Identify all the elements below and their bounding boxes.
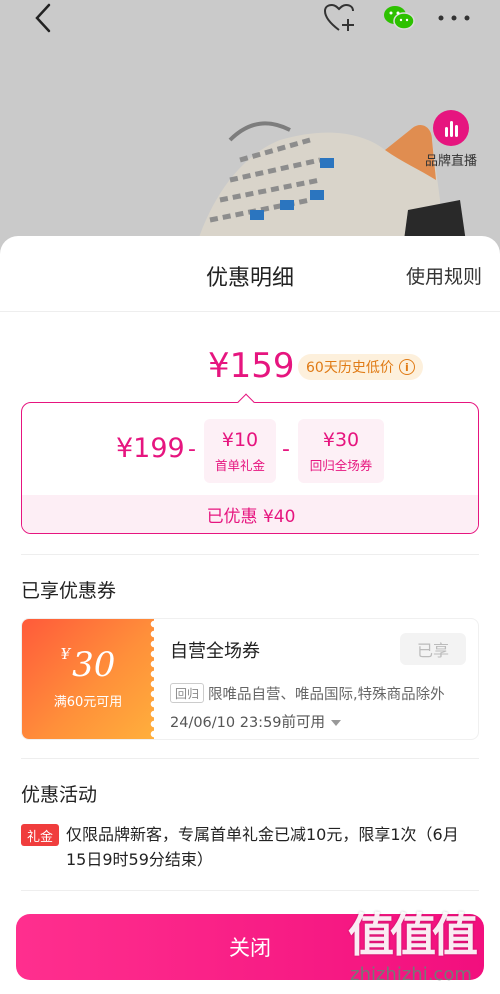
price-calculation-box: ¥199 - ¥10 首单礼金 - ¥30 回归全场券 已优惠 ¥40 [21, 402, 479, 534]
original-price: ¥199 [116, 433, 185, 464]
more-menu-icon[interactable] [434, 2, 474, 34]
brand-live-label: 品牌直播 [424, 154, 477, 169]
minus-sign: - [282, 437, 290, 462]
coupon-tag: 回归 [170, 683, 205, 703]
sheet-header: 优惠明细 使用规则 [0, 236, 500, 312]
discount-amount: ¥30 [322, 429, 360, 451]
coupon-status-button[interactable]: 已享 [400, 633, 466, 665]
discount-detail-sheet: 优惠明细 使用规则 ¥159 60天历史低价 i ¥199 - ¥10 首单礼金… [0, 236, 500, 994]
activity-tag: 礼金 [21, 824, 59, 846]
divider [21, 554, 479, 555]
total-saved: 已优惠 ¥40 [22, 495, 478, 533]
coupon-card: ¥30 满60元可用 自营全场券 已享 回归 限唯品自营、唯品国际,特殊商品除外… [21, 618, 479, 740]
discount-first-order-gift: ¥10 首单礼金 [204, 419, 276, 483]
live-chart-icon [433, 110, 469, 146]
discount-amount: ¥10 [221, 429, 259, 451]
discount-label: 回归全场券 [309, 458, 373, 473]
coupons-section-title: 已享优惠券 [21, 580, 117, 602]
chevron-down-icon [331, 720, 342, 726]
discount-return-coupon: ¥30 回归全场券 [298, 419, 384, 483]
wechat-share-icon[interactable] [382, 2, 416, 34]
activity-description: 仅限品牌新客，专属首单礼金已减10元，限享1次（6月15日9时59分结束） [66, 825, 459, 869]
coupon-expiry-toggle[interactable]: 24/06/10 23:59前可用 [170, 711, 342, 732]
coupon-name: 自营全场券 [170, 641, 260, 662]
coupon-value-panel: ¥30 满60元可用 [22, 619, 159, 739]
info-icon[interactable]: i [398, 359, 415, 375]
final-price-row: ¥159 60天历史低价 i [0, 342, 500, 392]
final-price: ¥159 [208, 346, 295, 386]
activities-section-title: 优惠活动 [21, 784, 98, 806]
coupon-expiry-text: 24/06/10 23:59前可用 [170, 715, 326, 731]
divider [21, 890, 479, 891]
history-low-badge[interactable]: 60天历史低价 i [298, 354, 423, 380]
coupon-scope: 限唯品自营、唯品国际,特殊商品除外 [208, 687, 445, 703]
minus-sign: - [188, 437, 196, 462]
coupon-amount: ¥30 [60, 645, 116, 685]
history-low-label: 60天历史低价 [306, 360, 394, 376]
discount-label: 首单礼金 [214, 458, 265, 473]
favorite-add-icon[interactable] [320, 2, 360, 34]
coupon-perforation [149, 619, 159, 739]
usage-rules-link[interactable]: 使用规则 [406, 262, 482, 289]
brand-live-button[interactable]: 品牌直播 [418, 110, 484, 169]
price-formula: ¥199 - ¥10 首单礼金 - ¥30 回归全场券 [22, 419, 478, 487]
close-button[interactable]: 关闭 [16, 914, 484, 980]
back-icon[interactable] [26, 2, 60, 34]
coupon-condition: 满60元可用 [53, 695, 123, 710]
divider [21, 758, 479, 759]
top-nav-bar [0, 0, 500, 40]
